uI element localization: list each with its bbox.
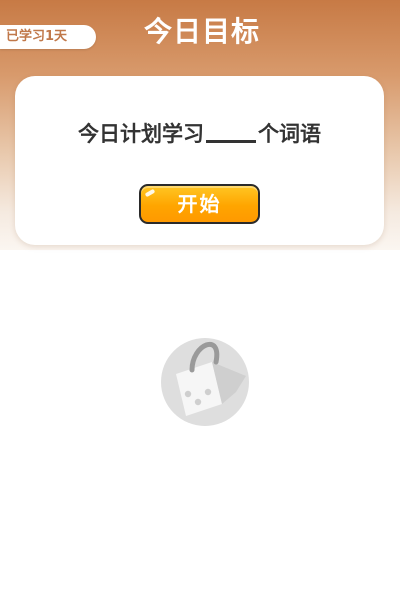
icon-dot (194, 398, 202, 406)
icon-dot (204, 388, 212, 396)
goal-sentence: 今日计划学习 个词语 (15, 116, 384, 150)
page-title: 今日目标 (143, 15, 260, 48)
loading-bag-icon (161, 338, 249, 426)
button-shine (144, 188, 156, 198)
start-button[interactable]: 开始 (139, 184, 260, 224)
goal-suffix-text: 个词语 (258, 122, 321, 146)
word-count-input[interactable] (206, 116, 256, 143)
goal-card: 今日计划学习 个词语 开始 (15, 76, 384, 245)
start-button-label: 开始 (177, 192, 222, 216)
icon-dot (184, 390, 192, 398)
daily-goal-screen: 已学习1天 今日目标 今日计划学习 个词语 开始 (0, 0, 400, 600)
goal-prefix-text: 今日计划学习 (78, 122, 204, 146)
